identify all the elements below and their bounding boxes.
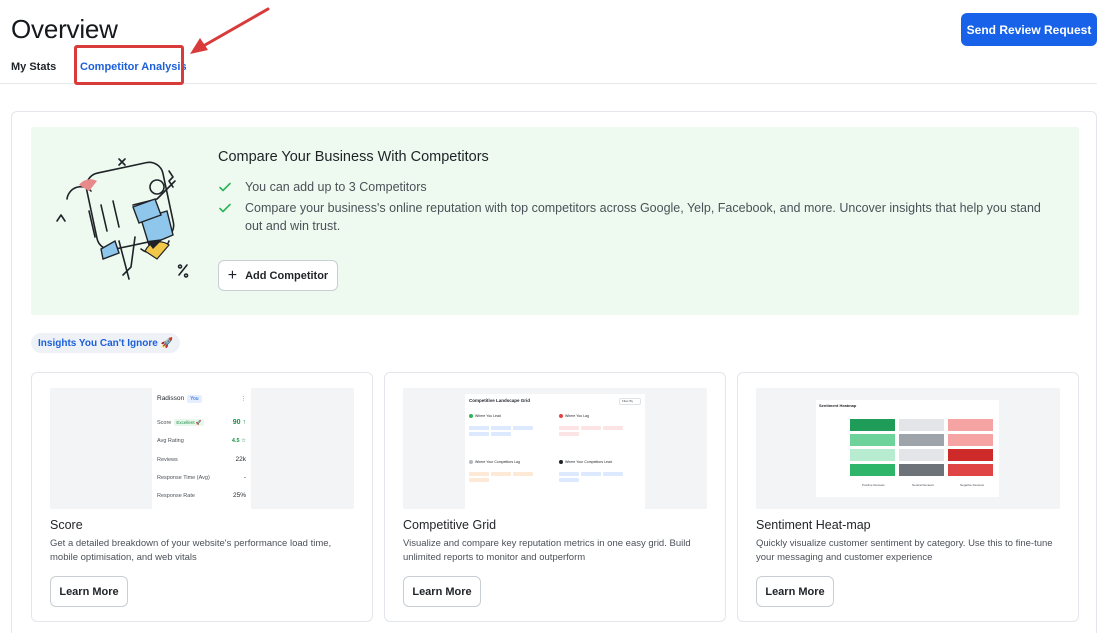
illustration-person-chart-icon xyxy=(56,158,189,280)
score-card: Radisson You ⋮ Score Excellent 🚀 90 ↑ Avg … xyxy=(31,372,373,622)
learn-more-button[interactable]: Learn More xyxy=(50,576,128,607)
grid-preview-image: Competitive Landscape Grid Filter By Whe… xyxy=(403,388,707,509)
card-title: Sentiment Heat-map xyxy=(756,518,871,532)
score-preview-panel: Radisson You ⋮ Score Excellent 🚀 90 ↑ Avg … xyxy=(152,388,251,509)
plus-icon: + xyxy=(227,266,238,284)
card-description: Visualize and compare key reputation met… xyxy=(403,538,691,563)
tab-my-stats[interactable]: My Stats xyxy=(11,61,56,73)
main-container: Compare Your Business With Competitors Y… xyxy=(11,111,1097,633)
check-icon xyxy=(219,203,231,213)
card-description: Get a detailed breakdown of your website… xyxy=(50,538,332,563)
competitive-grid-card: Competitive Landscape Grid Filter By Whe… xyxy=(384,372,726,622)
heatmap-preview-image: Sentiment Heatmap Positive Reviews Neutr… xyxy=(756,388,1060,509)
heatmap-preview-panel: Sentiment Heatmap Positive Reviews Neutr… xyxy=(816,400,999,497)
card-title: Competitive Grid xyxy=(403,518,497,532)
card-description: Quickly visualize customer sentiment by … xyxy=(756,538,1053,563)
banner-bullet-text: Compare your business's online reputatio… xyxy=(245,201,1041,233)
add-competitor-button[interactable]: + Add Competitor xyxy=(218,260,338,291)
page-title: Overview xyxy=(11,14,118,44)
you-badge: You xyxy=(187,395,202,403)
learn-more-button[interactable]: Learn More xyxy=(756,576,834,607)
excellent-badge: Excellent 🚀 xyxy=(174,418,204,426)
banner-bullet: You can add up to 3 Competitors xyxy=(218,178,427,196)
check-icon xyxy=(219,182,231,192)
grid-preview-panel: Competitive Landscape Grid Filter By Whe… xyxy=(465,394,645,509)
banner-bullet: Compare your business's online reputatio… xyxy=(218,199,1048,235)
banner-title: Compare Your Business With Competitors xyxy=(218,149,489,165)
card-title: Score xyxy=(50,518,83,532)
score-preview-image: Radisson You ⋮ Score Excellent 🚀 90 ↑ Avg … xyxy=(50,388,354,509)
banner-bullet-text: You can add up to 3 Competitors xyxy=(245,180,427,194)
compare-banner: Compare Your Business With Competitors Y… xyxy=(31,127,1079,315)
learn-more-button[interactable]: Learn More xyxy=(403,576,481,607)
sentiment-heatmap-card: Sentiment Heatmap Positive Reviews Neutr… xyxy=(737,372,1079,622)
preview-business-name: Radisson xyxy=(157,395,185,402)
annotation-highlight-box xyxy=(74,45,184,85)
insights-badge: Insights You Can't Ignore 🚀 xyxy=(31,333,181,353)
annotation-arrow-icon xyxy=(190,7,270,54)
send-review-request-button[interactable]: Send Review Request xyxy=(961,13,1097,46)
more-icon: ⋮ xyxy=(240,395,247,402)
add-competitor-label: Add Competitor xyxy=(245,269,329,282)
